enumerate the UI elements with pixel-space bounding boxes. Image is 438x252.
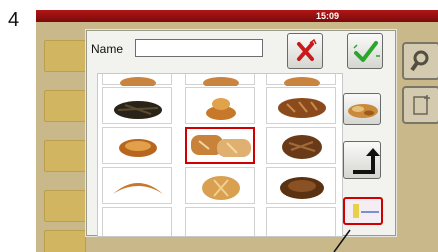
callout-line (333, 229, 351, 252)
